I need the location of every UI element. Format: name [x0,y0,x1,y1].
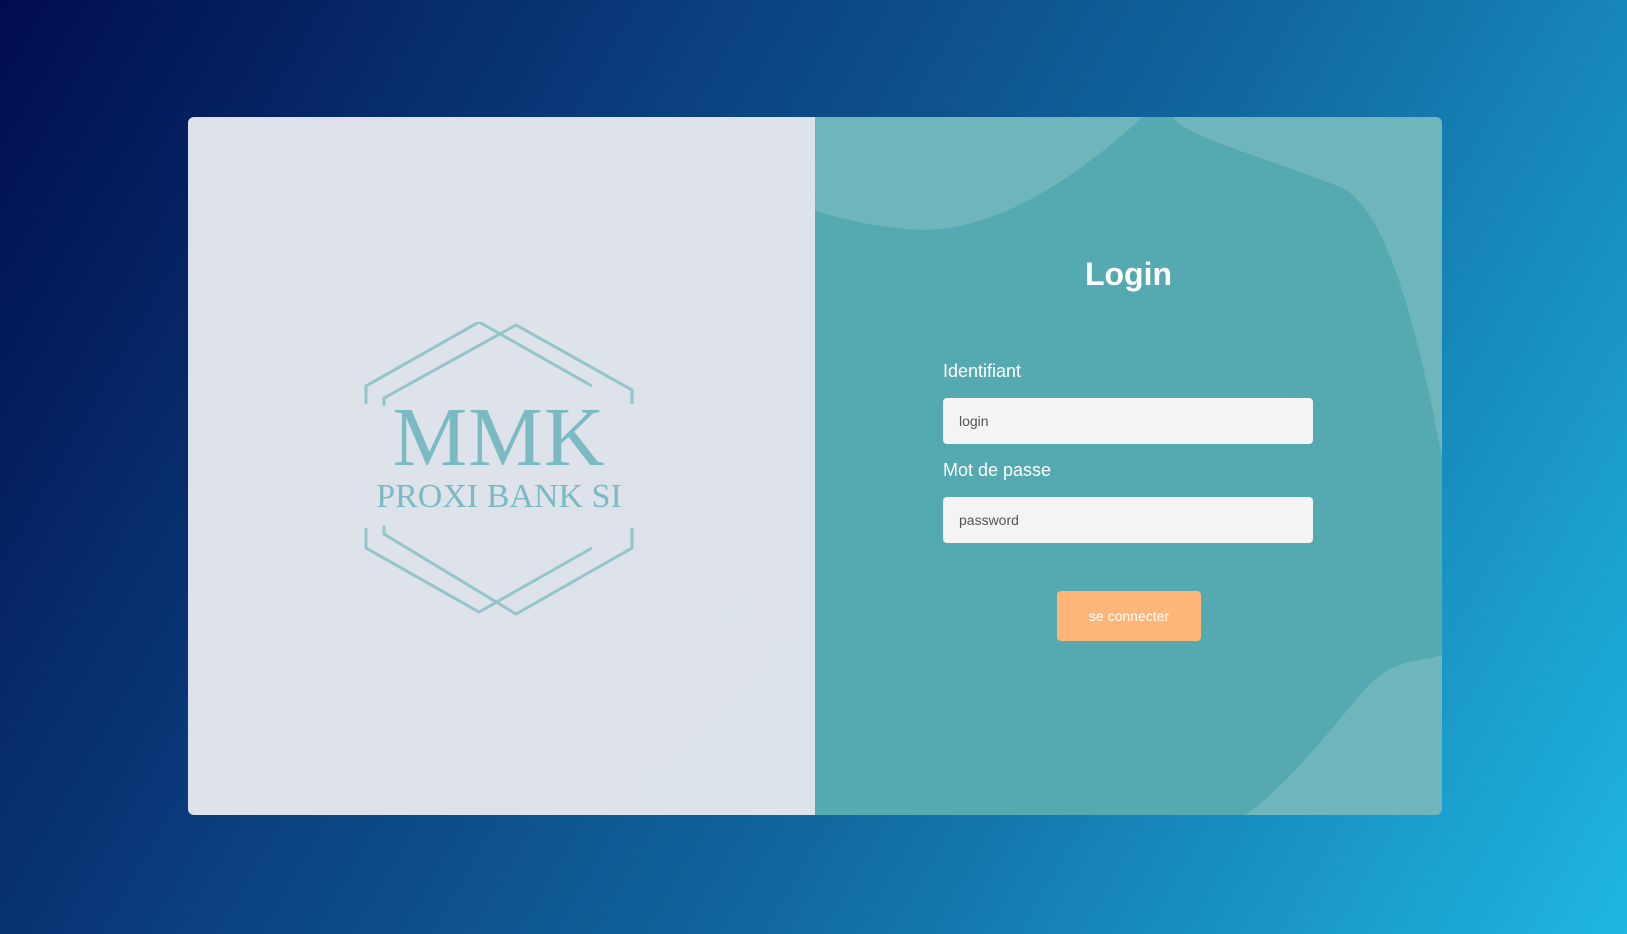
brand-logo: MMK PROXI BANK SI [364,322,634,616]
login-button[interactable]: se connecter [1057,591,1201,641]
password-label: Mot de passe [943,460,1052,480]
logo-title: MMK [392,391,606,484]
login-panel: Login Identifiant Mot de passe se connec… [815,117,1442,815]
logo-panel: MMK PROXI BANK SI [188,117,815,815]
username-label: Identifiant [943,361,1022,381]
username-input[interactable] [943,398,1313,444]
password-input[interactable] [943,497,1313,543]
wave-background-icon [815,117,1442,815]
login-card: MMK PROXI BANK SI Login Identifiant Mot … [188,117,1442,815]
login-title: Login [1084,256,1173,292]
logo-subtitle: PROXI BANK SI [376,478,622,515]
